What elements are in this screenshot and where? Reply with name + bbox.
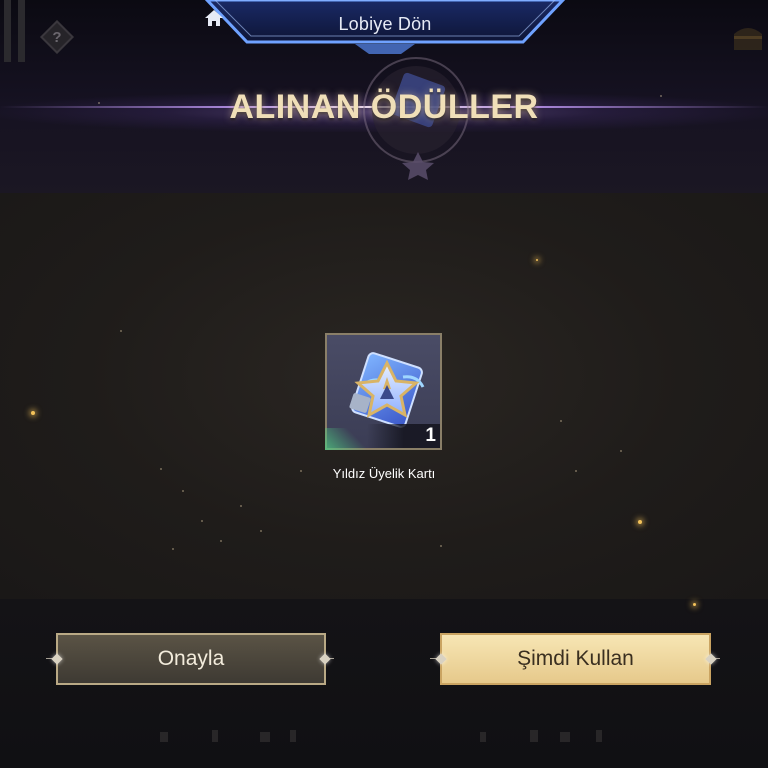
- reward-item-tile[interactable]: 1: [325, 333, 442, 450]
- use-now-button-label: Şimdi Kullan: [517, 647, 634, 670]
- dust-particle: [220, 540, 222, 542]
- back-to-lobby-button[interactable]: Lobiye Dön: [205, 0, 565, 60]
- dust-particle: [160, 468, 162, 470]
- home-icon: [205, 10, 223, 26]
- dust-particle: [172, 548, 174, 550]
- button-ornament-icon: [704, 652, 720, 666]
- corner-bars-icon: [4, 0, 34, 62]
- dust-particle: [240, 505, 242, 507]
- confirm-button[interactable]: Onayla: [56, 633, 326, 685]
- dust-particle: [620, 450, 622, 452]
- dust-particle: [260, 530, 262, 532]
- sparkle: [31, 411, 35, 415]
- button-ornament-icon: [46, 652, 64, 666]
- sparkle: [536, 259, 538, 261]
- confirm-button-label: Onayla: [157, 647, 225, 670]
- sparkle: [693, 603, 696, 606]
- star-membership-card-icon: [349, 352, 425, 428]
- dust-particle: [201, 520, 203, 522]
- sparkle: [638, 520, 642, 524]
- dust-particle: [120, 330, 122, 332]
- button-ornament-icon: [430, 652, 448, 666]
- back-to-lobby-label: Lobiye Dön: [338, 13, 432, 34]
- page-title: ALINAN ÖDÜLLER: [229, 88, 539, 126]
- reward-name: Yıldız Üyelik Kartı: [332, 466, 436, 481]
- dust-particle: [575, 470, 577, 472]
- reward-quantity: 1: [425, 425, 436, 446]
- help-icon[interactable]: ?: [40, 20, 74, 54]
- use-now-button[interactable]: Şimdi Kullan: [440, 633, 711, 685]
- dust-particle: [560, 420, 562, 422]
- treasure-chest-icon[interactable]: [728, 16, 768, 56]
- faint-background-detail: [150, 724, 620, 748]
- dust-particle: [182, 490, 184, 492]
- dust-particle: [440, 545, 442, 547]
- button-ornament-icon: [318, 652, 334, 666]
